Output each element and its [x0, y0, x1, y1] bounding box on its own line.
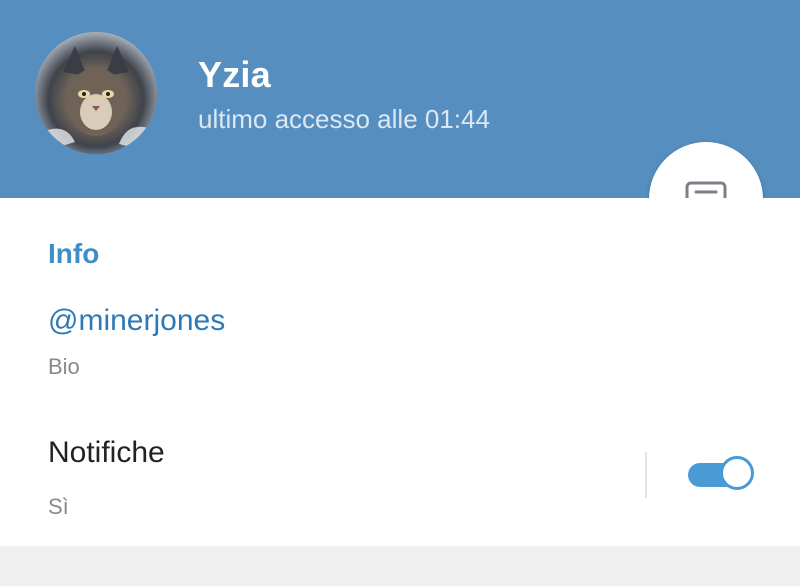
- notifications-title[interactable]: Notifiche: [48, 436, 165, 470]
- avatar[interactable]: [35, 32, 157, 154]
- profile-info-panel: Info @minerjones Bio Notifiche Sì: [0, 198, 800, 546]
- profile-name: Yzia: [198, 54, 271, 95]
- cat-photo-icon: [35, 32, 157, 154]
- toggle-knob: [720, 456, 754, 490]
- section-title-info: Info: [48, 238, 100, 269]
- username-label: Bio: [48, 354, 80, 379]
- notifications-toggle[interactable]: [688, 456, 756, 494]
- last-seen-status: ultimo accesso alle 01:44: [198, 104, 490, 134]
- divider: [645, 452, 647, 498]
- username[interactable]: @minerjones: [48, 304, 225, 338]
- notifications-value: Sì: [48, 494, 69, 519]
